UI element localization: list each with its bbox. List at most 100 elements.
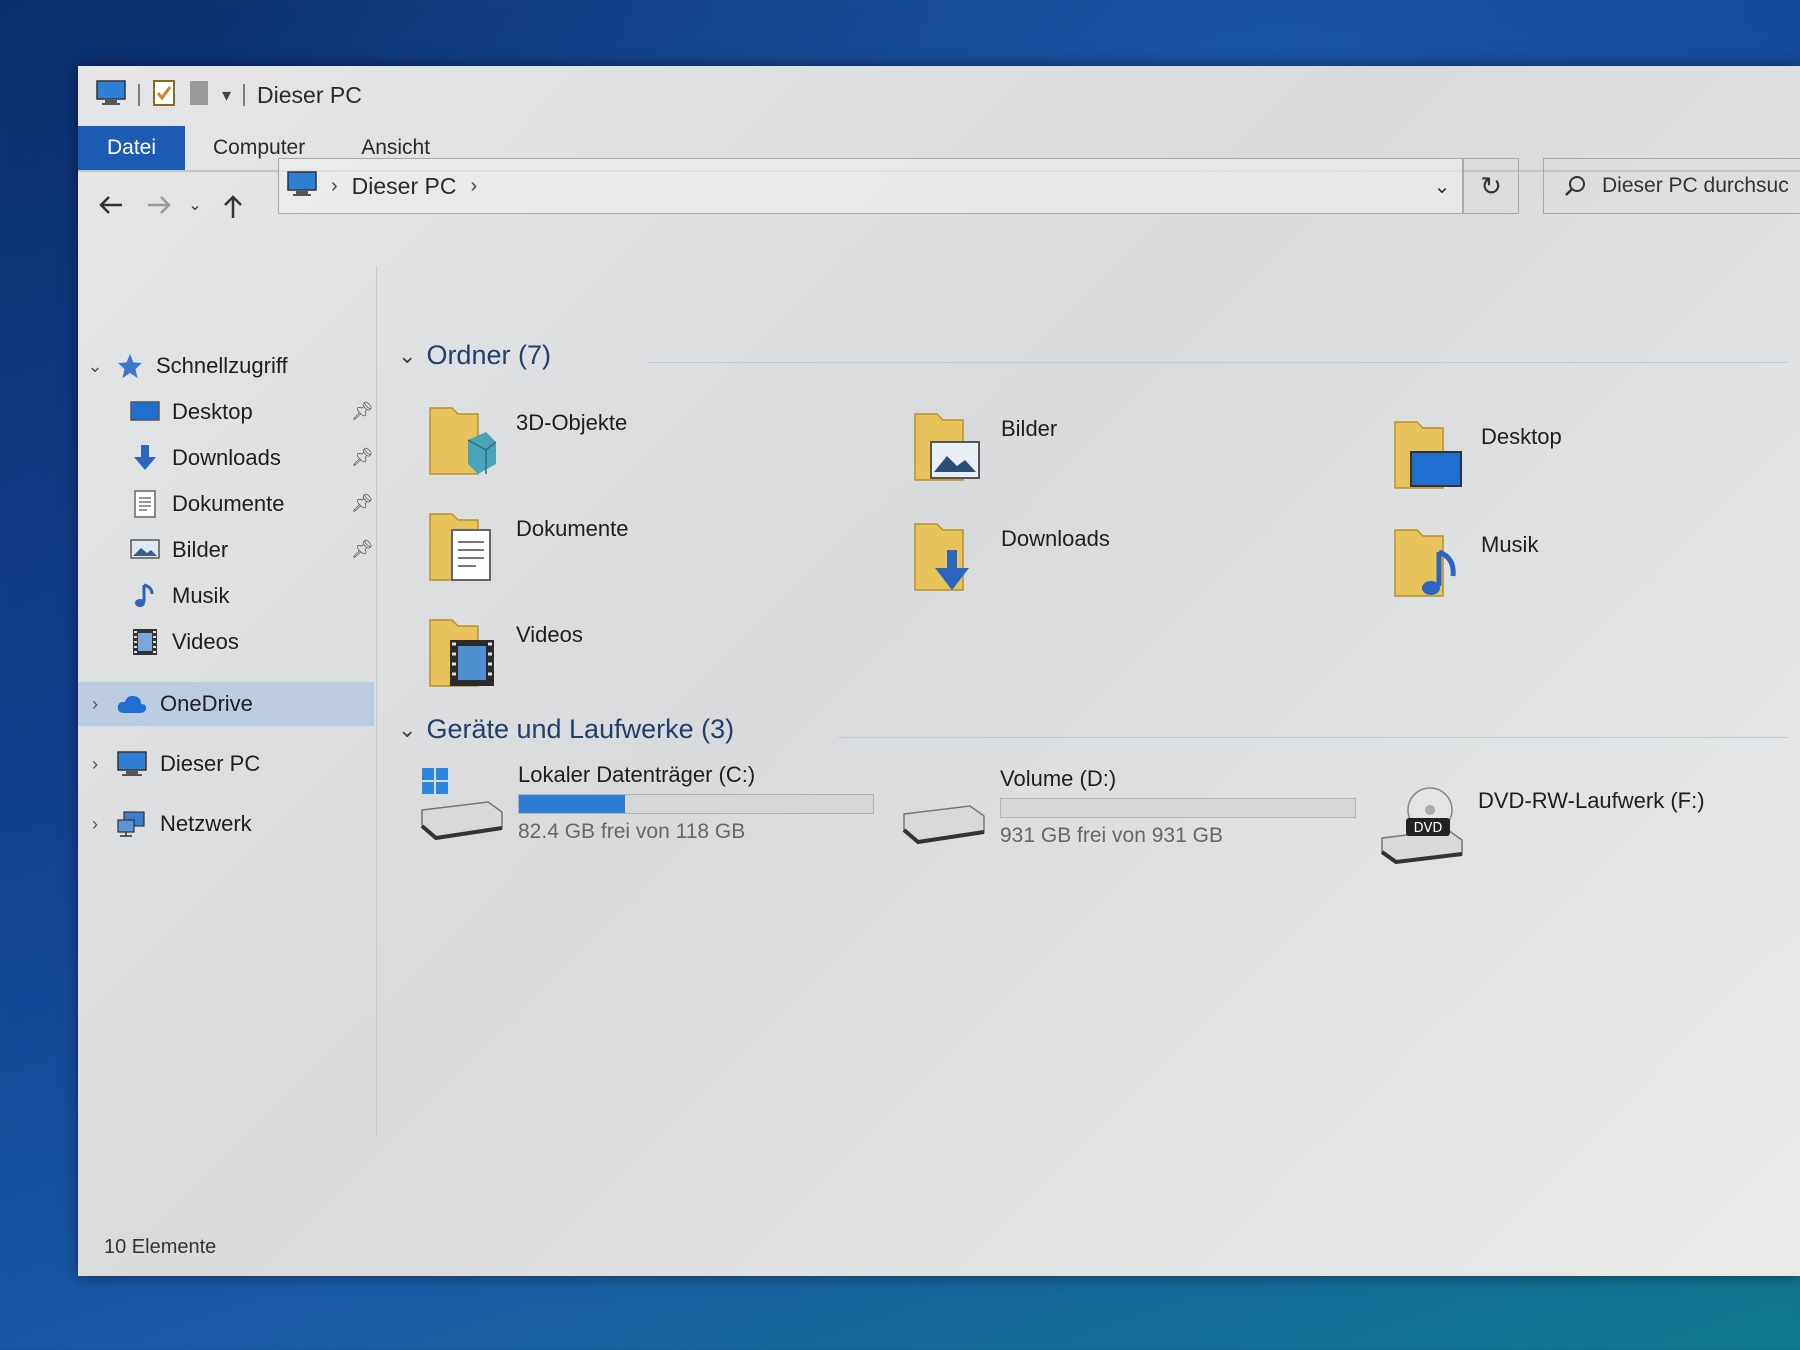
computer-icon [117,751,147,776]
arrow-left-icon [99,196,122,214]
forward-button[interactable] [142,188,176,222]
customize-quick-access-icon[interactable]: ▾ [222,85,231,106]
recent-locations-button[interactable]: ⌄ [178,188,212,222]
sidebar-item-onedrive[interactable]: › OneDrive [86,684,253,724]
navigation-pane: ⌄ Schnellzugriff Desktop 📌︎ Downloads 📌︎… [78,266,376,1146]
folder-label: Bilder [1001,416,1058,441]
drive-free-space: 931 GB frei von 931 GB [1000,824,1223,847]
computer-icon[interactable] [96,79,126,111]
folder-label: 3D-Objekte [516,410,628,435]
properties-icon[interactable] [152,79,176,112]
pin-icon[interactable]: 📌︎ [351,493,374,514]
sidebar-item-downloads[interactable]: Downloads [130,438,281,478]
folder-label: Videos [516,622,583,647]
folder-pictures[interactable]: Bilder [913,406,1057,486]
drive-usage-bar [1000,798,1356,818]
drive-name: Volume (D:) [1000,766,1117,791]
sidebar-item-label: Bilder [172,537,229,562]
folder-music[interactable]: Musik [1393,522,1538,602]
sidebar-item-quick-access[interactable]: ⌄ Schnellzugriff [86,346,288,386]
cloud-icon [117,695,147,713]
film-icon [429,619,494,687]
folder-desktop[interactable]: Desktop [1393,414,1562,494]
pane-divider [376,266,377,1136]
breadcrumb-chevron-icon[interactable]: › [331,175,338,198]
sidebar-item-label: Desktop [172,399,253,424]
chevron-right-icon[interactable]: › [86,754,104,775]
status-item-count: 10 Elemente [104,1236,217,1258]
document-icon [134,490,156,518]
pin-icon[interactable]: 📌︎ [351,447,374,468]
folder-label: Downloads [1001,526,1110,551]
address-dropdown-button[interactable]: ⌄ [1422,159,1462,213]
cube-icon [429,407,497,475]
drive-name: DVD-RW-Laufwerk (F:) [1478,788,1705,813]
dvd-drive-icon: DVD [1380,787,1463,864]
address-bar[interactable]: › Dieser PC › ⌄ [278,158,1463,214]
chevron-down-icon[interactable]: ⌄ [398,343,416,369]
drive-d[interactable]: Volume (D:) 931 GB frei von 931 GB [900,766,1356,848]
sidebar-item-videos[interactable]: Videos [130,622,239,662]
sidebar-item-label: Musik [172,583,230,608]
sidebar-item-label: Videos [172,629,239,654]
tab-file[interactable]: Datei [78,126,185,170]
dvd-badge: DVD [1414,821,1443,836]
pin-icon[interactable]: 📌︎ [351,539,374,560]
group-title: Geräte und Laufwerke (3) [426,714,735,744]
drive-free-space: 82.4 GB frei von 118 GB [518,820,746,843]
folder-label: Desktop [1481,424,1562,449]
group-title: Ordner (7) [426,340,551,370]
desktop-icon [1394,421,1462,489]
desktop-icon [130,401,160,421]
chevron-down-icon[interactable]: ⌄ [86,356,104,377]
film-icon [133,629,157,655]
chevron-right-icon[interactable]: › [86,694,104,715]
content-area: ⌄ Ordner (7) 3D-Objekte Bilder Desktop D… [378,266,1798,1166]
sidebar-item-documents[interactable]: Dokumente [130,484,285,524]
drive-f[interactable]: DVD DVD-RW-Laufwerk (F:) [1378,784,1705,864]
picture-icon [130,539,160,559]
folder-documents[interactable]: Dokumente [428,506,629,586]
title-bar: ▾ Dieser PC [78,66,1800,124]
picture-icon [914,413,980,481]
search-icon [1565,176,1585,196]
sidebar-item-label: Dieser PC [160,751,261,776]
group-divider [838,737,1788,738]
folder-videos[interactable]: Videos [428,612,583,692]
breadcrumb-chevron-icon[interactable]: › [470,175,477,198]
sidebar-item-network[interactable]: › Netzwerk [86,804,252,844]
sidebar-item-pictures[interactable]: Bilder [130,530,228,570]
arrow-right-icon [148,196,171,214]
download-arrow-icon [134,445,156,470]
refresh-button[interactable]: ↻ [1463,158,1519,214]
group-header-folders[interactable]: ⌄ Ordner (7) [398,340,551,371]
windows-drive-icon [420,768,503,841]
sidebar-item-music[interactable]: Musik [130,576,229,616]
network-icon [117,811,145,837]
chevron-down-icon[interactable]: ⌄ [398,717,416,743]
folder-label: Musik [1481,532,1539,557]
drive-name: Lokaler Datenträger (C:) [518,762,756,787]
sidebar-item-desktop[interactable]: Desktop [130,392,253,432]
file-explorer-window: ▾ Dieser PC Datei Computer Ansicht ⌄ › D… [78,66,1800,1276]
folder-label: Dokumente [516,516,629,541]
back-button[interactable] [94,188,128,222]
hard-drive-icon [902,805,985,845]
folder-downloads[interactable]: Downloads [913,516,1110,596]
chevron-right-icon[interactable]: › [86,814,104,835]
music-note-icon [1394,529,1456,597]
sidebar-item-label: Netzwerk [160,811,252,836]
new-folder-icon[interactable] [188,79,210,112]
search-placeholder: Dieser PC durchsuc [1602,174,1789,197]
up-button[interactable] [216,190,250,224]
computer-icon [287,170,317,202]
sidebar-item-this-pc[interactable]: › Dieser PC [86,744,260,784]
search-box[interactable]: Dieser PC durchsuc [1543,158,1800,214]
folder-3d-objects[interactable]: 3D-Objekte [428,400,627,480]
drive-c[interactable]: Lokaler Datenträger (C:) 82.4 GB frei vo… [418,762,874,844]
pin-icon[interactable]: 📌︎ [351,401,374,422]
group-header-drives[interactable]: ⌄ Geräte und Laufwerke (3) [398,714,734,745]
document-icon [429,513,491,581]
breadcrumb-this-pc[interactable]: Dieser PC [352,173,457,200]
toolbar-separator [138,84,140,106]
